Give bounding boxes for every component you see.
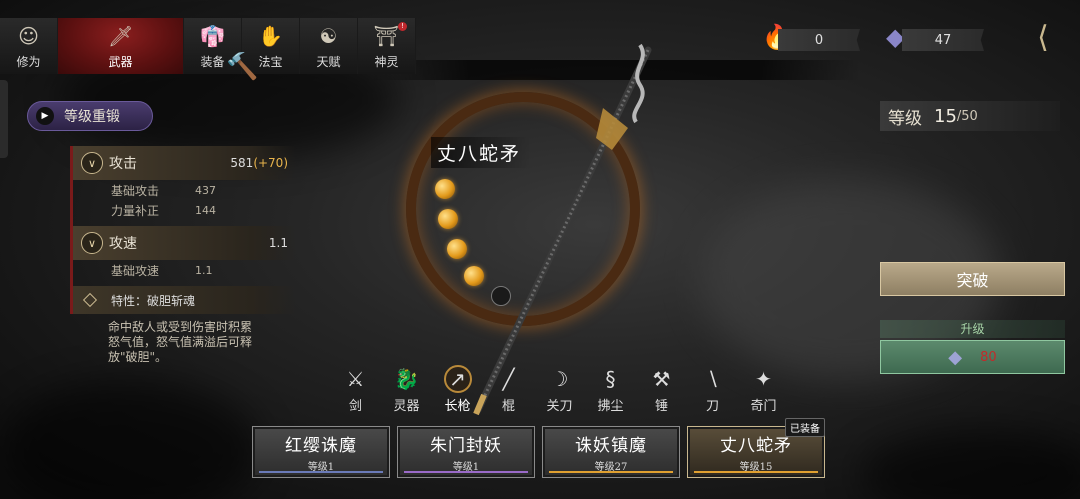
spear-icon: ↗ (443, 365, 472, 393)
upgrade-cost: 80 (980, 349, 997, 365)
weapon-type-whisk[interactable]: § 拂尘 (585, 365, 636, 414)
rarity-strip (694, 471, 818, 473)
level-display: 等级 15 /50 (880, 101, 1060, 131)
weapon-type-hammer[interactable]: ⚒ 锤 (636, 365, 687, 414)
weapon-type-qimen[interactable]: ✦ 奇门 (738, 365, 789, 414)
rarity-strip (259, 471, 383, 473)
weapon-type-label: 拂尘 (597, 399, 624, 414)
blade-icon: ∖ (706, 367, 719, 391)
weapon-type-label: 关刀 (546, 399, 573, 414)
weapon-card[interactable]: 红缨诛魔 等级1 (252, 426, 390, 478)
level-label: 等级 (888, 108, 922, 129)
weapon-type-label: 剑 (348, 399, 362, 414)
hammer-icon: ⚒ (652, 367, 671, 391)
whisk-icon: § (605, 367, 616, 391)
weapon-type-selector: ⚔ 剑 🐉 灵器 ↗ 长枪 ╱ 棍 ☽ 关刀 § 拂尘 ⚒ 锤 ∖ 刀 ✦ 奇门 (330, 365, 789, 414)
serpent-spear-image (473, 43, 652, 416)
rarity-strip (549, 471, 673, 473)
weapon-card-list: 红缨诛魔 等级1 朱门封妖 等级1 诛妖镇魔 等级27 已装备 丈八蛇矛 等级1… (252, 418, 825, 478)
card-weapon-name: 朱门封妖 (430, 436, 502, 456)
weapon-card[interactable]: 诛妖镇魔 等级27 (542, 426, 680, 478)
weapon-type-spear[interactable]: ↗ 长枪 (432, 365, 483, 414)
upgrade-button[interactable]: ◆ 80 (880, 340, 1065, 374)
card-weapon-name: 丈八蛇矛 (720, 436, 792, 456)
sword-icon: ⚔ (346, 367, 365, 391)
card-weapon-name: 红缨诛魔 (285, 436, 357, 456)
weapon-type-staff[interactable]: ╱ 棍 (483, 365, 534, 414)
upgrade-label: 升级 (880, 320, 1065, 338)
card-weapon-name: 诛妖镇魔 (575, 436, 647, 456)
weapon-type-label: 灵器 (393, 399, 420, 414)
rarity-strip (404, 471, 528, 473)
weapon-card[interactable]: 朱门封妖 等级1 (397, 426, 535, 478)
weapon-type-spirit[interactable]: 🐉 灵器 (381, 365, 432, 414)
weapon-type-label: 刀 (705, 399, 719, 414)
weapon-type-label: 棍 (501, 399, 515, 414)
weapon-type-glaive[interactable]: ☽ 关刀 (534, 365, 585, 414)
breakthrough-button[interactable]: 突破 (880, 262, 1065, 296)
weapon-card-selected[interactable]: 已装备 丈八蛇矛 等级15 (687, 418, 825, 478)
crystal-icon: ◆ (948, 346, 963, 368)
qimen-icon: ✦ (755, 367, 772, 391)
dragon-icon: 🐉 (394, 367, 419, 391)
weapon-type-label: 锤 (654, 399, 668, 414)
level-current: 15 (934, 105, 957, 127)
level-max: /50 (956, 108, 978, 124)
weapon-type-label: 长枪 (444, 399, 471, 414)
weapon-type-label: 奇门 (750, 399, 777, 414)
weapon-type-sword[interactable]: ⚔ 剑 (330, 365, 381, 414)
glaive-icon: ☽ (550, 367, 569, 391)
weapon-type-blade[interactable]: ∖ 刀 (687, 365, 738, 414)
staff-icon: ╱ (502, 367, 515, 391)
equipped-badge: 已装备 (785, 418, 825, 437)
